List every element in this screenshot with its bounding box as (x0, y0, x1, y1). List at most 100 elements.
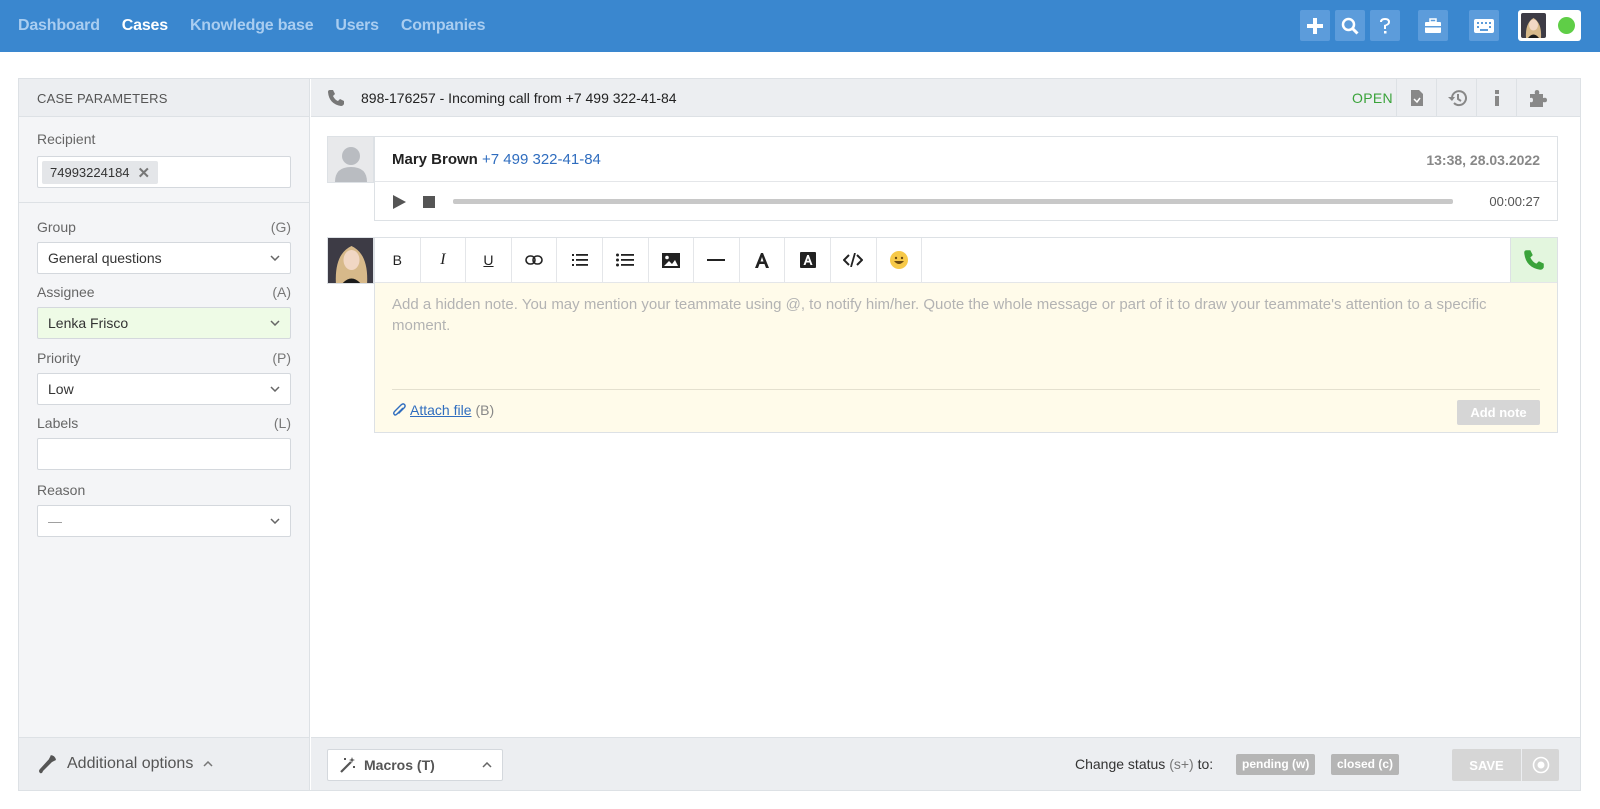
info-button[interactable] (1476, 79, 1516, 117)
bold-button[interactable]: B (375, 238, 421, 282)
help-button[interactable] (1370, 10, 1400, 41)
contact-phone[interactable]: +7 499 322-41-84 (482, 151, 601, 168)
bullet-list-icon (616, 253, 635, 267)
contact-name[interactable]: Mary Brown (392, 151, 478, 168)
play-icon[interactable] (392, 195, 406, 209)
editor-toolbar: B I U (375, 238, 1557, 283)
briefcase-icon (1425, 17, 1441, 33)
reason-select[interactable]: — (37, 505, 291, 537)
bullet-list-button[interactable] (603, 238, 649, 282)
nav-cases[interactable]: Cases (122, 17, 168, 35)
agent-avatar (327, 237, 374, 284)
group-select[interactable]: General questions (37, 242, 291, 274)
history-icon (1447, 90, 1467, 107)
bold-icon: B (392, 252, 402, 268)
call-button[interactable] (1510, 238, 1557, 282)
call-recording-player: 00:00:27 (375, 182, 1557, 220)
remove-tag-icon[interactable]: ✕ (138, 164, 151, 182)
change-status-label: Change status (s+) to: (1075, 756, 1214, 772)
priority-shortcut: (P) (272, 350, 291, 366)
insert-image-button[interactable] (649, 238, 695, 282)
paperclip-icon (392, 403, 406, 416)
case-content-panel: 898-176257 - Incoming call from +7 499 3… (311, 79, 1580, 790)
document-button[interactable] (1396, 79, 1436, 117)
case-footer: Macros (T) Change status (s+) to: pendin… (311, 737, 1580, 790)
wrench-icon (39, 755, 56, 774)
recipient-label: Recipient (37, 131, 96, 147)
briefcase-button[interactable] (1418, 10, 1448, 41)
user-menu[interactable] (1518, 10, 1581, 41)
emoji-button[interactable] (877, 238, 923, 282)
attach-file-link[interactable]: Attach file (410, 402, 471, 418)
history-button[interactable] (1436, 79, 1476, 117)
attach-file[interactable]: Attach file (B) (392, 402, 494, 418)
plugin-icon (1529, 90, 1547, 107)
stop-icon[interactable] (423, 196, 435, 208)
chevron-down-icon (270, 255, 280, 261)
assignee-label: Assignee (37, 284, 95, 300)
labels-label: Labels (37, 415, 79, 431)
chevron-down-icon (270, 386, 280, 392)
nav-users[interactable]: Users (335, 17, 379, 35)
create-button[interactable] (1300, 10, 1330, 41)
message-datetime: 13:38, 28.03.2022 (1426, 152, 1540, 168)
phone-icon (328, 89, 344, 106)
chevron-down-icon (270, 518, 280, 524)
search-button[interactable] (1335, 10, 1365, 41)
link-button[interactable] (512, 238, 558, 282)
case-frame: CASE PARAMETERS Recipient 74993224184 ✕ … (18, 78, 1581, 791)
labels-input[interactable] (37, 438, 291, 470)
avatar (1521, 13, 1546, 38)
nav-knowledge-base[interactable]: Knowledge base (190, 17, 314, 35)
note-textarea[interactable]: Add a hidden note. You may mention your … (392, 294, 1542, 336)
help-icon (1380, 17, 1390, 33)
labels-shortcut: (L) (273, 415, 291, 431)
save-button[interactable]: SAVE (1452, 749, 1521, 781)
link-icon (525, 255, 543, 265)
assignee-select[interactable]: Lenka Frisco (37, 307, 291, 339)
nav-companies[interactable]: Companies (401, 17, 486, 35)
additional-options-toggle[interactable]: Additional options (19, 737, 309, 790)
reason-label: Reason (37, 482, 86, 498)
priority-value: Low (48, 381, 74, 397)
italic-button[interactable]: I (421, 238, 467, 282)
chevron-down-icon (270, 320, 280, 326)
chevron-up-icon (482, 762, 492, 768)
emoji-icon (889, 251, 908, 269)
nav-dashboard[interactable]: Dashboard (18, 17, 100, 35)
document-icon (1410, 90, 1423, 106)
save-options-button[interactable] (1522, 749, 1559, 781)
search-icon (1341, 17, 1359, 35)
priority-select[interactable]: Low (37, 373, 291, 405)
case-header: 898-176257 - Incoming call from +7 499 3… (311, 79, 1580, 117)
macros-dropdown[interactable]: Macros (T) (327, 749, 503, 781)
pending-status-button[interactable]: pending (w) (1236, 754, 1316, 775)
italic-icon: I (440, 251, 446, 268)
note-editor: B I U Add a hidden note. You may mention… (374, 237, 1558, 433)
closed-status-button[interactable]: closed (c) (1331, 754, 1400, 775)
group-label: Group (37, 219, 76, 235)
ordered-list-button[interactable] (557, 238, 603, 282)
horizontal-rule-icon (707, 258, 726, 261)
image-icon (661, 252, 680, 268)
font-color-button[interactable] (740, 238, 786, 282)
keyboard-shortcuts-button[interactable] (1469, 10, 1499, 41)
underline-button[interactable]: U (466, 238, 512, 282)
code-button[interactable] (831, 238, 877, 282)
recipient-field[interactable]: 74993224184 ✕ (37, 156, 291, 188)
assignee-shortcut: (A) (272, 284, 291, 300)
phone-icon (1524, 250, 1544, 270)
horizontal-rule-button[interactable] (694, 238, 740, 282)
font-background-button[interactable] (785, 238, 831, 282)
add-note-button[interactable]: Add note (1457, 400, 1540, 425)
recipient-tag-value: 74993224184 (50, 165, 130, 180)
plugins-button[interactable] (1516, 79, 1556, 117)
code-icon (843, 253, 864, 267)
keyboard-icon (1474, 18, 1494, 33)
target-icon (1532, 756, 1549, 774)
priority-label: Priority (37, 350, 81, 366)
case-status[interactable]: OPEN (1352, 90, 1393, 106)
font-bg-icon (799, 252, 816, 268)
playback-progress-bar[interactable] (453, 199, 1453, 204)
contact-avatar (327, 136, 374, 183)
